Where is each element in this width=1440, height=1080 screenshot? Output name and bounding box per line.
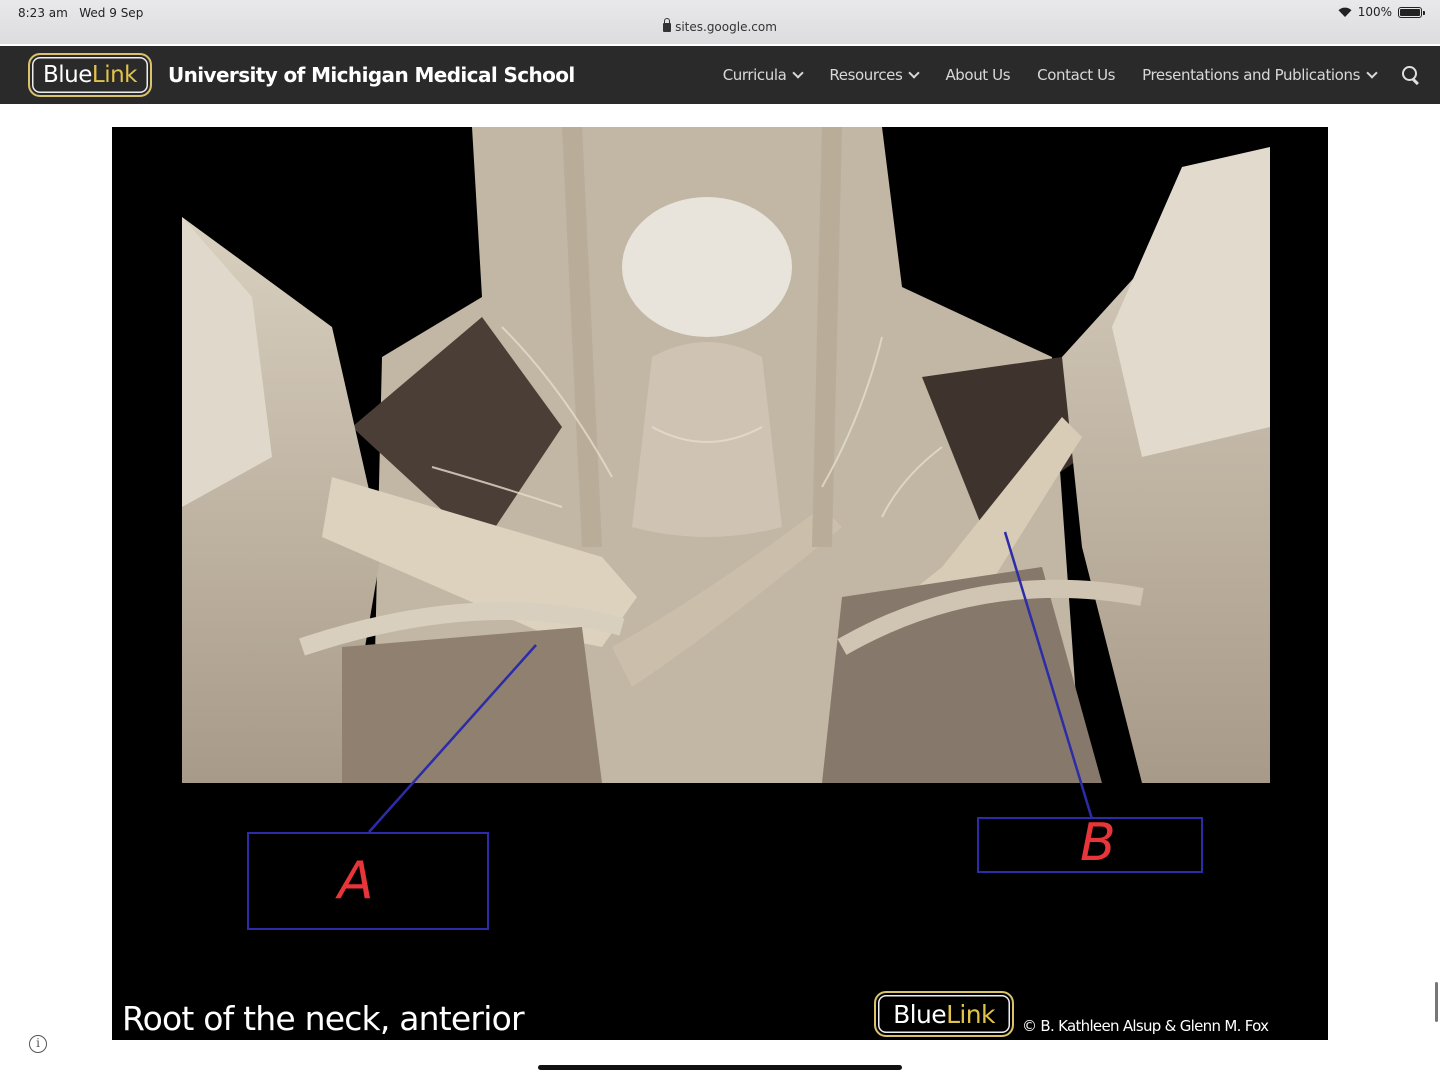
- address-bar[interactable]: sites.google.com: [0, 18, 1440, 34]
- status-indicators: 100%: [1338, 5, 1425, 19]
- logo-text-blue: Blue: [42, 62, 92, 88]
- status-time: 8:23 am Wed 9 Sep: [18, 6, 143, 20]
- chevron-down-icon: [908, 67, 921, 79]
- label-letter-a: A: [338, 851, 374, 911]
- nav-label: Curricula: [722, 66, 787, 84]
- nav-item-about-us[interactable]: About Us: [945, 66, 1010, 84]
- anatomy-figure: A B Root of the neck, anterior Blue Link …: [112, 127, 1328, 1040]
- battery-percent: 100%: [1357, 5, 1392, 19]
- chevron-down-icon: [792, 67, 805, 79]
- figure-caption: Root of the neck, anterior: [122, 999, 525, 1038]
- nav-label: Resources: [829, 66, 903, 84]
- clock-date: Wed 9 Sep: [79, 6, 144, 20]
- scrollbar[interactable]: [1435, 982, 1438, 1022]
- leader-line-b: [1003, 531, 1094, 820]
- nav-item-contact-us[interactable]: Contact Us: [1037, 66, 1115, 84]
- logo-text-link: Link: [946, 999, 995, 1029]
- wifi-icon: [1338, 7, 1352, 17]
- search-icon[interactable]: [1402, 66, 1420, 84]
- figure-bluelink-logo: Blue Link: [874, 991, 1014, 1037]
- nav-item-presentations[interactable]: Presentations and Publications: [1142, 66, 1378, 84]
- clock-time: 8:23 am: [18, 6, 68, 20]
- main-nav: Curricula Resources About Us Contact Us …: [696, 46, 1420, 104]
- leader-line-a: [368, 644, 537, 833]
- copyright-text: © B. Kathleen Alsup & Glenn M. Fox: [1022, 1017, 1269, 1035]
- home-indicator[interactable]: [538, 1065, 902, 1070]
- nav-label: Contact Us: [1037, 66, 1116, 84]
- nav-label: Presentations and Publications: [1142, 66, 1360, 84]
- info-icon[interactable]: i: [29, 1035, 47, 1053]
- nav-label: About Us: [945, 66, 1011, 84]
- logo-text-blue: Blue: [893, 999, 947, 1029]
- url-text: sites.google.com: [675, 20, 777, 34]
- status-bar: 8:23 am Wed 9 Sep sites.google.com 100%: [0, 0, 1440, 44]
- bluelink-logo[interactable]: Blue Link: [28, 53, 152, 97]
- chevron-down-icon: [1366, 67, 1378, 79]
- site-title[interactable]: University of Michigan Medical School: [168, 63, 575, 87]
- battery-icon: [1398, 6, 1425, 18]
- site-navbar: Blue Link University of Michigan Medical …: [0, 46, 1440, 104]
- lock-icon: [663, 18, 672, 32]
- nav-item-resources[interactable]: Resources: [829, 66, 921, 84]
- label-letter-b: B: [1080, 813, 1116, 873]
- logo-text-link: Link: [91, 62, 138, 88]
- nav-item-curricula[interactable]: Curricula: [722, 66, 805, 84]
